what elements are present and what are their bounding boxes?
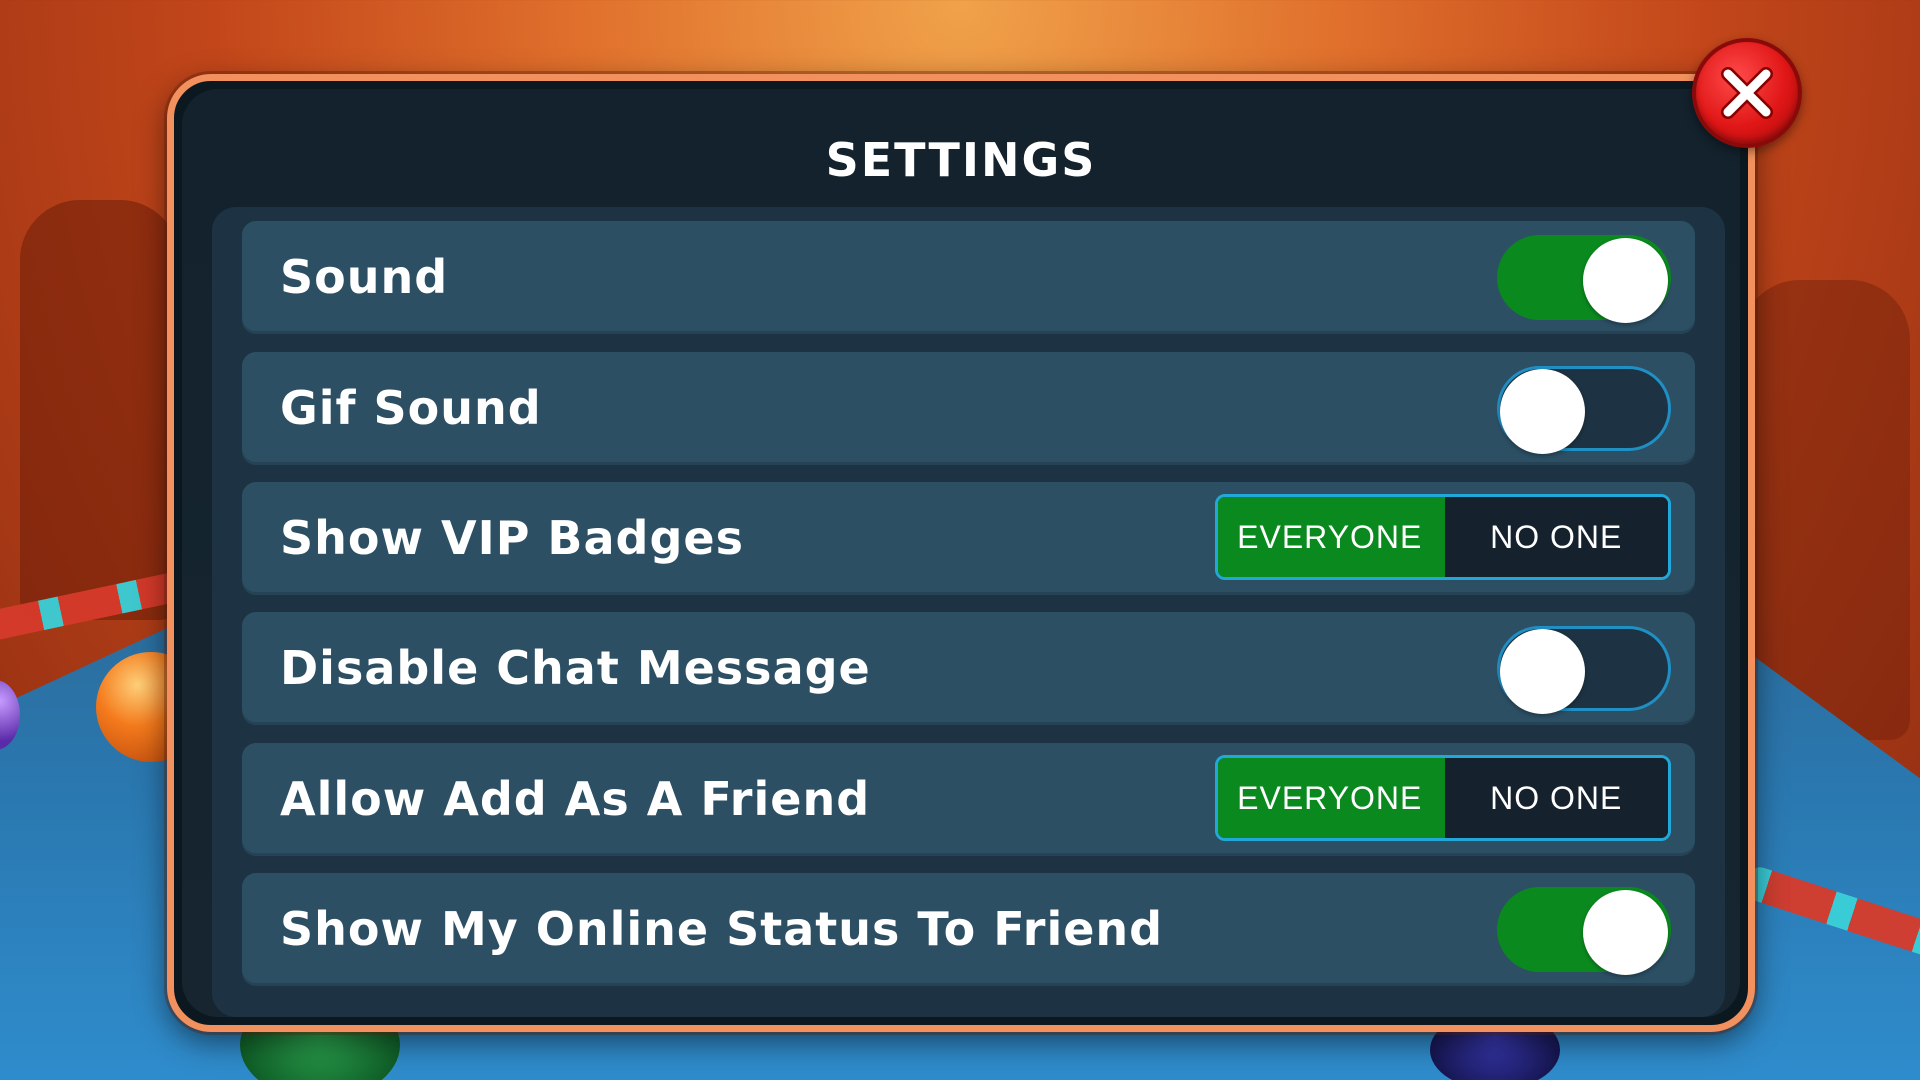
setting-label: Disable Chat Message: [280, 641, 871, 695]
disable-chat-toggle[interactable]: [1497, 626, 1671, 714]
setting-label: Show VIP Badges: [280, 511, 744, 565]
dialog-title: SETTINGS: [825, 133, 1097, 187]
toggle-knob: [1500, 629, 1585, 714]
toggle-knob: [1583, 890, 1668, 975]
add-friend-option-no-one[interactable]: NO ONE: [1444, 758, 1668, 838]
toggle-knob: [1500, 369, 1585, 454]
add-friend-option-everyone[interactable]: EVERYONE: [1218, 758, 1445, 838]
setting-row-disable-chat-message: Disable Chat Message: [242, 612, 1695, 725]
settings-dialog: SETTINGS Sound Gif Sound Show VIP Badges: [167, 74, 1755, 1032]
settings-list: Sound Gif Sound Show VIP Badges EVERYONE…: [212, 207, 1725, 1017]
settings-dialog-body: SETTINGS Sound Gif Sound Show VIP Badges: [182, 89, 1740, 1017]
close-icon: [1721, 67, 1773, 119]
setting-label: Show My Online Status To Friend: [280, 902, 1164, 956]
setting-row-allow-add-friend: Allow Add As A Friend EVERYONE NO ONE: [242, 743, 1695, 856]
toggle-knob: [1583, 238, 1668, 323]
setting-label: Gif Sound: [280, 381, 542, 435]
vip-badges-option-no-one[interactable]: NO ONE: [1444, 497, 1668, 577]
add-friend-segmented-control: EVERYONE NO ONE: [1215, 755, 1671, 841]
sound-toggle[interactable]: [1497, 235, 1671, 323]
online-status-toggle[interactable]: [1497, 887, 1671, 975]
close-button[interactable]: [1692, 38, 1802, 148]
player-silhouette-left: [20, 200, 180, 620]
vip-badges-option-everyone[interactable]: EVERYONE: [1218, 497, 1445, 577]
setting-row-gif-sound: Gif Sound: [242, 352, 1695, 465]
setting-row-show-vip-badges: Show VIP Badges EVERYONE NO ONE: [242, 482, 1695, 595]
setting-label: Allow Add As A Friend: [280, 772, 871, 826]
vip-badges-segmented-control: EVERYONE NO ONE: [1215, 494, 1671, 580]
gif-sound-toggle[interactable]: [1497, 366, 1671, 454]
setting-row-online-status: Show My Online Status To Friend: [242, 873, 1695, 986]
setting-row-sound: Sound: [242, 221, 1695, 334]
setting-label: Sound: [280, 250, 449, 304]
